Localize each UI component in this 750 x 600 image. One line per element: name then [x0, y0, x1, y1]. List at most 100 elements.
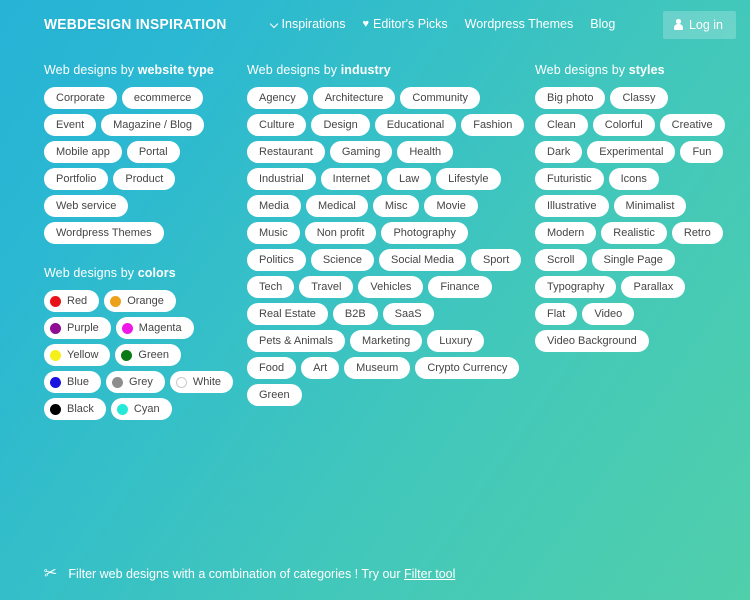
nav-item-blog[interactable]: Blog — [590, 18, 615, 31]
section-title-bold: industry — [340, 63, 391, 77]
category-tag[interactable]: Food — [247, 357, 297, 379]
category-tag[interactable]: Realistic — [601, 222, 667, 244]
section-styles: Web designs by styles Big photo Classy Cle… — [535, 63, 725, 352]
category-tag[interactable]: Pets & Animals — [247, 330, 345, 352]
category-tag[interactable]: Finance — [428, 276, 492, 298]
footer-message: Filter web designs with a combination of… — [68, 567, 404, 581]
section-title-bold: styles — [628, 63, 665, 77]
color-tag[interactable]: Yellow — [44, 344, 111, 366]
category-tag[interactable]: Single Page — [591, 249, 675, 271]
category-tag[interactable]: Dark — [535, 141, 583, 163]
nav-item-editors-picks[interactable]: ♥ Editor's Picks — [362, 18, 447, 31]
category-tag[interactable]: Experimental — [587, 141, 676, 163]
category-tag[interactable]: Web service — [44, 195, 129, 217]
nav-item-label: Editor's Picks — [373, 17, 448, 32]
category-tag[interactable]: Colorful — [592, 114, 655, 136]
category-tag[interactable]: Movie — [424, 195, 478, 217]
color-tag-label: White — [192, 375, 221, 388]
category-tag[interactable]: Product — [113, 168, 176, 190]
category-tag[interactable]: Lifestyle — [436, 168, 501, 190]
category-tag[interactable]: Educational — [374, 114, 457, 136]
main-nav: Inspirations ♥ Editor's Picks Wordpress … — [271, 18, 616, 31]
category-tag[interactable]: Video — [582, 303, 635, 325]
category-tag[interactable]: Real Estate — [247, 303, 328, 325]
category-tag[interactable]: Vehicles — [358, 276, 424, 298]
category-tag[interactable]: Art — [301, 357, 340, 379]
category-tag[interactable]: Social Media — [378, 249, 466, 271]
category-tag[interactable]: Corporate — [44, 87, 117, 109]
category-tag[interactable]: Internet — [320, 168, 382, 190]
category-tag[interactable]: Agency — [247, 87, 308, 109]
category-tag[interactable]: Law — [386, 168, 432, 190]
color-tag[interactable]: Blue — [44, 371, 102, 393]
category-tag[interactable]: Video Background — [535, 330, 649, 352]
color-tag[interactable]: Green — [115, 344, 181, 366]
category-tag[interactable]: Magazine / Blog — [101, 114, 205, 136]
category-tag[interactable]: Museum — [344, 357, 411, 379]
color-tag[interactable]: Grey — [106, 371, 165, 393]
filter-tool-link[interactable]: Filter tool — [404, 567, 455, 581]
category-tag[interactable]: Portal — [126, 141, 180, 163]
category-tag[interactable]: Fashion — [461, 114, 525, 136]
category-tag[interactable]: Travel — [299, 276, 354, 298]
category-tag[interactable]: Media — [247, 195, 301, 217]
category-tag[interactable]: Parallax — [621, 276, 686, 298]
category-tag[interactable]: Medical — [305, 195, 368, 217]
nav-item-label: Wordpress Themes — [464, 17, 574, 32]
category-tag[interactable]: Luxury — [427, 330, 485, 352]
category-tag[interactable]: ecommerce — [121, 87, 204, 109]
category-tag[interactable]: Event — [44, 114, 97, 136]
category-tag[interactable]: Big photo — [535, 87, 606, 109]
category-tag[interactable]: Clean — [535, 114, 588, 136]
category-tag[interactable]: Creative — [659, 114, 725, 136]
color-tag[interactable]: Orange — [104, 290, 176, 312]
category-tag[interactable]: Icons — [608, 168, 659, 190]
category-tag[interactable]: Fun — [680, 141, 724, 163]
color-tag[interactable]: Purple — [44, 317, 111, 339]
category-tag[interactable]: Architecture — [312, 87, 396, 109]
category-tag[interactable]: Minimalist — [613, 195, 687, 217]
category-tag[interactable]: Wordpress Themes — [44, 222, 164, 244]
category-tag[interactable]: Science — [310, 249, 374, 271]
category-tag[interactable]: B2B — [332, 303, 378, 325]
category-tag[interactable]: Photography — [381, 222, 468, 244]
category-tag[interactable]: Culture — [247, 114, 307, 136]
nav-item-inspirations[interactable]: Inspirations — [271, 18, 346, 31]
category-tag[interactable]: Community — [400, 87, 481, 109]
category-tag[interactable]: Retro — [671, 222, 723, 244]
color-tag[interactable]: White — [169, 371, 233, 393]
category-tag[interactable]: Marketing — [349, 330, 423, 352]
category-tag[interactable]: Green — [247, 384, 302, 406]
category-tag[interactable]: Misc — [372, 195, 420, 217]
category-tag[interactable]: Design — [311, 114, 370, 136]
category-tag[interactable]: Health — [397, 141, 454, 163]
category-tag[interactable]: Mobile app — [44, 141, 122, 163]
category-tag[interactable]: Sport — [470, 249, 522, 271]
category-tag[interactable]: Music — [247, 222, 300, 244]
category-tag[interactable]: Politics — [247, 249, 306, 271]
login-button[interactable]: Log in — [662, 10, 736, 39]
site-logo[interactable]: WEBDESIGN INSPIRATION — [44, 16, 227, 33]
category-tag[interactable]: Portfolio — [44, 168, 109, 190]
nav-item-wordpress-themes[interactable]: Wordpress Themes — [465, 18, 574, 31]
category-tag[interactable]: Crypto Currency — [415, 357, 520, 379]
category-tag[interactable]: Illustrative — [535, 195, 609, 217]
color-tag[interactable]: Black — [44, 398, 106, 420]
category-tag[interactable]: Restaurant — [247, 141, 325, 163]
category-tag[interactable]: Typography — [535, 276, 617, 298]
color-tag[interactable]: Cyan — [110, 398, 172, 420]
category-tag[interactable]: Scroll — [535, 249, 587, 271]
category-tag[interactable]: Modern — [535, 222, 597, 244]
category-tag[interactable]: Tech — [247, 276, 295, 298]
category-tag[interactable]: Non profit — [304, 222, 377, 244]
color-tag[interactable]: Magenta — [115, 317, 194, 339]
category-tag[interactable]: Industrial — [247, 168, 316, 190]
color-tag[interactable]: Red — [44, 290, 100, 312]
category-tag[interactable]: Futuristic — [535, 168, 604, 190]
column-website-type: Web designs by website type Corporate eco… — [0, 63, 235, 420]
category-tag[interactable]: Gaming — [329, 141, 393, 163]
section-industry: Web designs by industry Agency Architectu… — [247, 63, 525, 406]
category-tag[interactable]: SaaS — [382, 303, 434, 325]
category-tag[interactable]: Classy — [610, 87, 668, 109]
category-tag[interactable]: Flat — [535, 303, 578, 325]
